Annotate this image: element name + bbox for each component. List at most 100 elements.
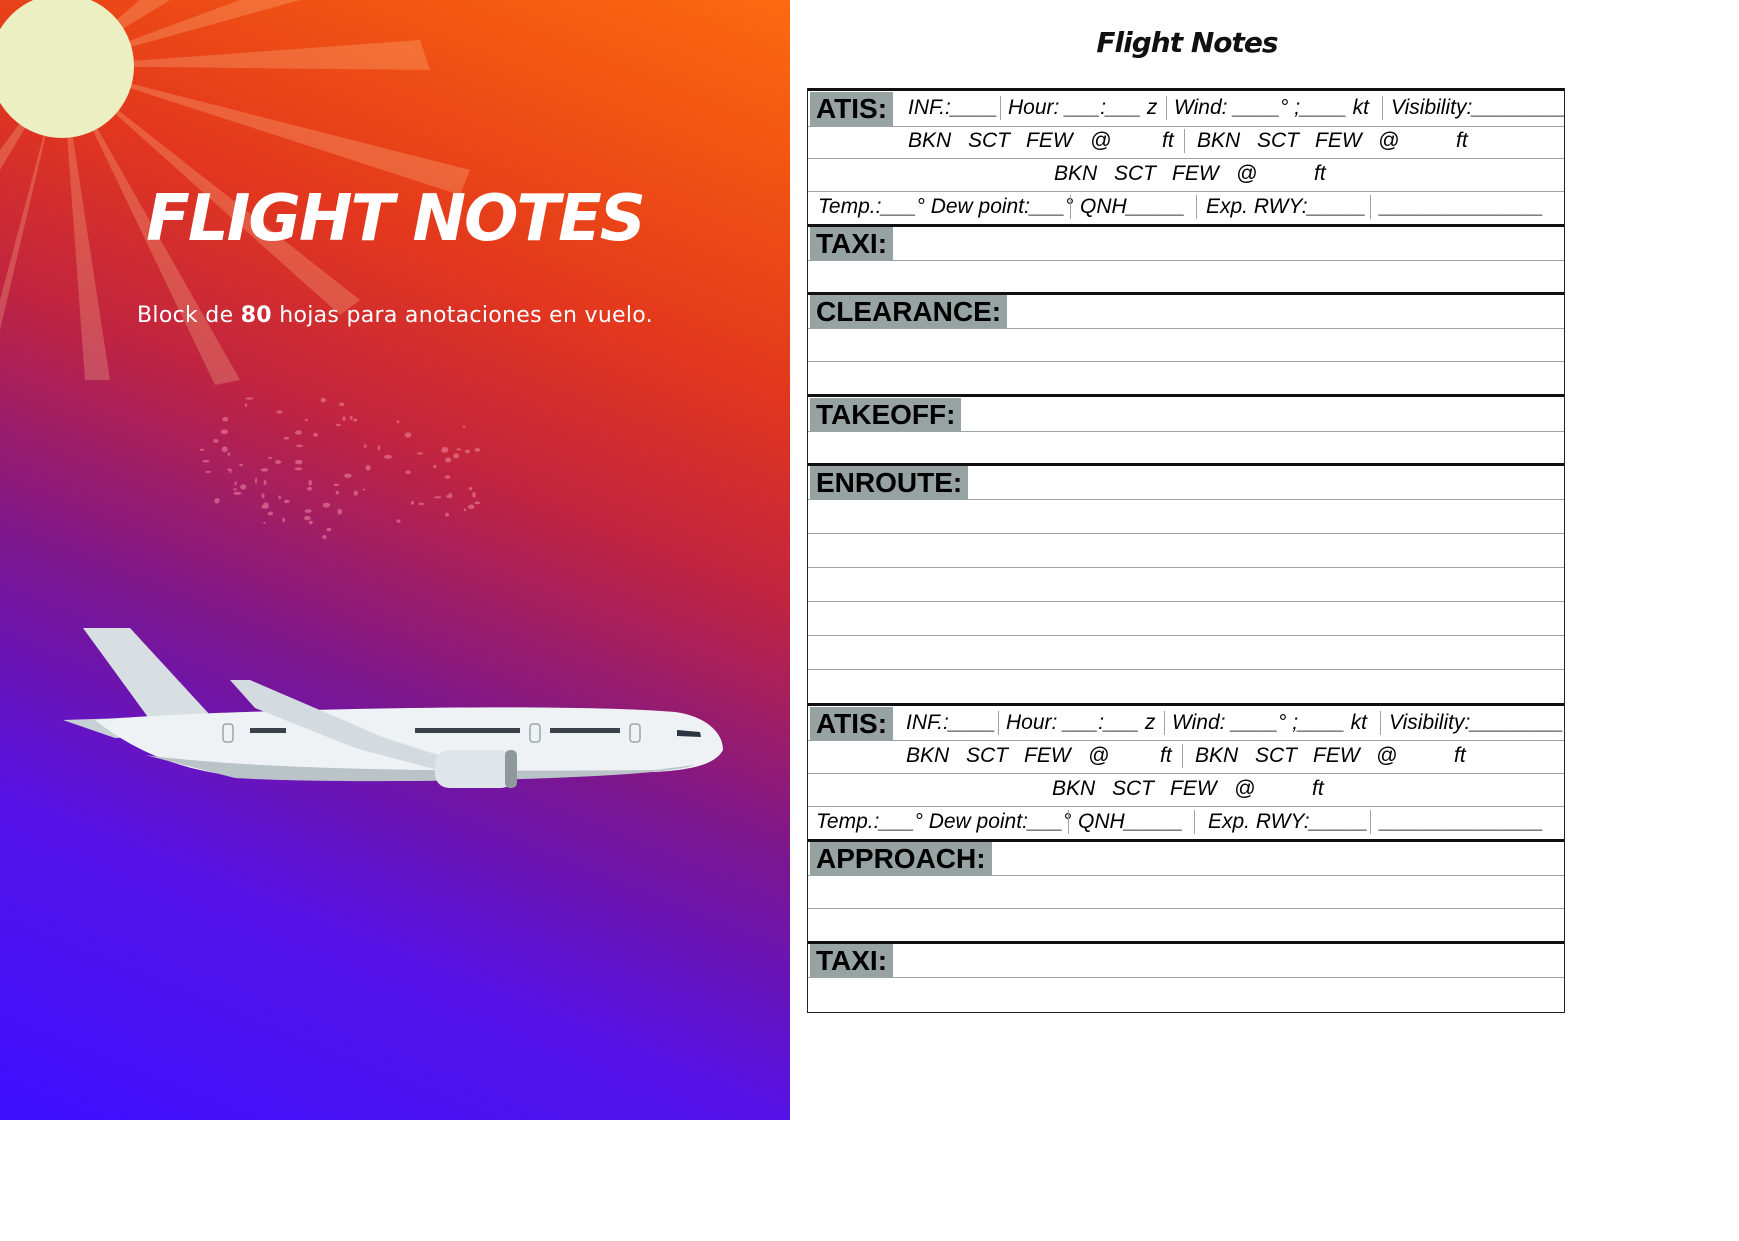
cloud-few[interactable]: FEW [1172, 162, 1219, 186]
cloud-ft[interactable]: ft [1162, 129, 1174, 153]
cloud-at[interactable]: @ [1234, 777, 1255, 801]
wind-field[interactable]: Wind: ____° ;____ kt [1172, 711, 1367, 735]
sparkle [304, 419, 309, 422]
cloud-sct[interactable]: SCT [1112, 777, 1154, 801]
field-separator [1382, 96, 1383, 120]
sparkle [313, 432, 318, 437]
sparkle [339, 402, 345, 407]
cloud-bkn[interactable]: BKN [906, 744, 949, 768]
cloud-ft[interactable]: ft [1160, 744, 1172, 768]
cloud-sct[interactable]: SCT [1255, 744, 1297, 768]
exp-rwy-field[interactable]: Exp. RWY:_____ [1208, 810, 1368, 834]
visibility-field[interactable]: Visibility:________ [1389, 711, 1564, 735]
hour-field[interactable]: Hour: ___:___ z [1008, 96, 1157, 120]
sparkle [418, 502, 425, 506]
sparkle [468, 487, 473, 491]
row-line [808, 635, 1564, 636]
sparkle [365, 464, 371, 471]
sparkle [202, 459, 210, 463]
qnh-field[interactable]: QNH_____ [1080, 195, 1185, 219]
sparkle [274, 460, 282, 465]
sparkle [432, 465, 437, 468]
sparkle [308, 520, 313, 525]
sparkle [333, 483, 340, 487]
sparkle [453, 453, 460, 459]
inf-field[interactable]: INF.:____ [906, 711, 996, 735]
sparkle [244, 403, 248, 407]
field-separator [1370, 810, 1371, 834]
exp-rwy-field[interactable]: Exp. RWY:_____ [1206, 195, 1366, 219]
cloud-at[interactable]: @ [1088, 744, 1109, 768]
cloud-bkn[interactable]: BKN [1054, 162, 1097, 186]
sparkle [294, 459, 303, 465]
sparkle [377, 445, 381, 451]
subtitle-text-end: hojas para anotaciones en vuelo. [271, 303, 653, 328]
sparkle [444, 512, 450, 517]
takeoff-label: TAKEOFF: [810, 398, 962, 432]
sparkle [335, 490, 340, 495]
sparkle [320, 397, 326, 403]
row-line [808, 126, 1564, 127]
cloud-few[interactable]: FEW [1026, 129, 1073, 153]
blank-field[interactable]: ______________ [1380, 810, 1544, 834]
cloud-bkn[interactable]: BKN [1195, 744, 1238, 768]
blank-field[interactable]: ______________ [1380, 195, 1544, 219]
hour-field[interactable]: Hour: ___:___ z [1006, 711, 1155, 735]
sparkle [474, 501, 481, 505]
cloud-sct[interactable]: SCT [968, 129, 1010, 153]
sparkle [416, 452, 424, 455]
cloud-ft[interactable]: ft [1456, 129, 1468, 153]
sparkle [294, 467, 303, 471]
sparkle [322, 535, 327, 540]
cloud-sct[interactable]: SCT [966, 744, 1008, 768]
field-separator [1166, 96, 1167, 120]
cloud-sct[interactable]: SCT [1257, 129, 1299, 153]
temp-dewpoint-field[interactable]: Temp.:___° Dew point:___° [818, 195, 1073, 219]
sparkle [260, 468, 269, 472]
sparkle [278, 495, 281, 500]
form-box: ATIS: INF.:____ Hour: ___:___ z Wind: __… [807, 88, 1566, 1013]
wind-field[interactable]: Wind: ____° ;____ kt [1174, 96, 1369, 120]
cloud-sct[interactable]: SCT [1114, 162, 1156, 186]
field-separator [1184, 129, 1185, 153]
sparkle [335, 423, 341, 427]
cloud-at[interactable]: @ [1376, 744, 1397, 768]
cloud-few[interactable]: FEW [1170, 777, 1217, 801]
cloud-at[interactable]: @ [1090, 129, 1111, 153]
sparkle [353, 490, 358, 496]
visibility-field[interactable]: Visibility:________ [1391, 96, 1566, 120]
cloud-few[interactable]: FEW [1315, 129, 1362, 153]
row-line [808, 191, 1564, 192]
sparkle [308, 479, 312, 486]
cloud-few[interactable]: FEW [1024, 744, 1071, 768]
cloud-at[interactable]: @ [1378, 129, 1399, 153]
sparkle [404, 432, 412, 438]
cloud-bkn[interactable]: BKN [1052, 777, 1095, 801]
row-line [808, 875, 1564, 876]
sparkle [463, 508, 467, 512]
field-separator [1000, 96, 1001, 120]
qnh-field[interactable]: QNH_____ [1078, 810, 1183, 834]
cloud-ft[interactable]: ft [1314, 162, 1326, 186]
section-divider [808, 88, 1564, 91]
cloud-bkn[interactable]: BKN [908, 129, 951, 153]
sparkle [214, 497, 220, 504]
inf-field[interactable]: INF.:____ [908, 96, 998, 120]
sparkle [362, 488, 366, 491]
cloud-few[interactable]: FEW [1313, 744, 1360, 768]
cloud-ft[interactable]: ft [1454, 744, 1466, 768]
sparkle [353, 418, 358, 422]
sparkle [446, 494, 453, 499]
row-line [808, 328, 1564, 329]
sparkle [283, 499, 290, 504]
sparkle [467, 504, 475, 510]
sparkle [303, 515, 311, 521]
row-line [808, 806, 1564, 807]
field-separator [1196, 195, 1197, 219]
sparkle [245, 397, 254, 400]
temp-dewpoint-field[interactable]: Temp.:___° Dew point:___° [816, 810, 1071, 834]
field-separator [1380, 711, 1381, 735]
cloud-bkn[interactable]: BKN [1197, 129, 1240, 153]
cloud-at[interactable]: @ [1236, 162, 1257, 186]
cloud-ft[interactable]: ft [1312, 777, 1324, 801]
